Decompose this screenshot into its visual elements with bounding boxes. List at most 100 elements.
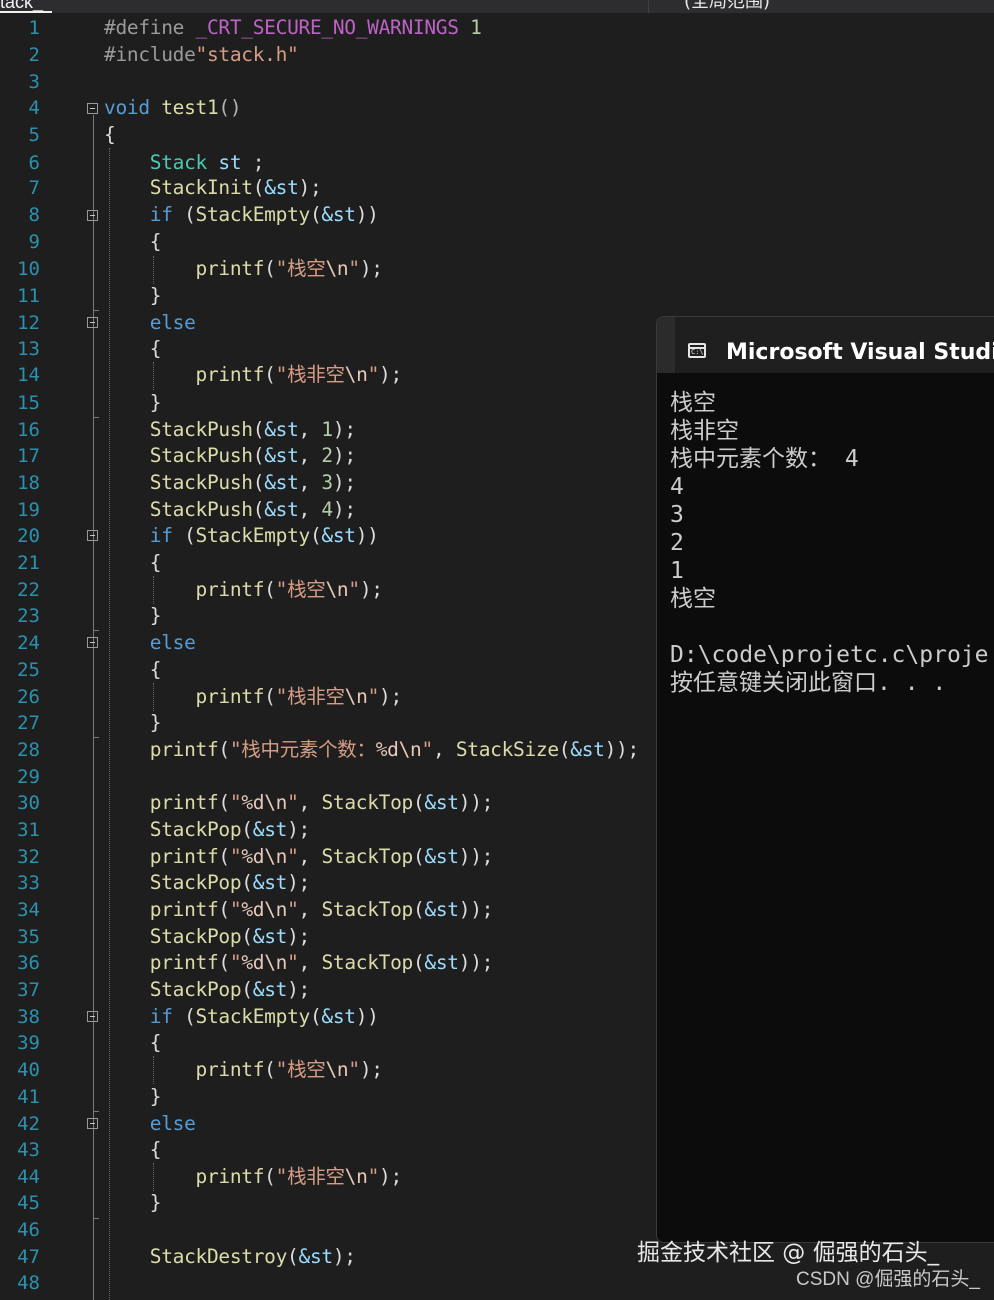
titlebar-accent xyxy=(657,317,675,373)
line-number: 28 xyxy=(17,739,40,761)
scope-dropdown[interactable]: (全局范围) xyxy=(656,0,994,13)
console-app-icon xyxy=(688,343,706,358)
code-line-11: } xyxy=(149,284,162,307)
code-line-18: StackPush(&st, 3); xyxy=(149,471,356,494)
code-line-9: { xyxy=(149,230,162,253)
console-line: 2 xyxy=(670,530,684,556)
fold-line xyxy=(93,649,94,737)
fold-end xyxy=(93,310,99,311)
code-line-36: printf("%d\n", StackTop(&st)); xyxy=(149,951,494,974)
line-number: 20 xyxy=(17,525,40,547)
code-line-27: } xyxy=(149,711,162,734)
collapse-icon[interactable] xyxy=(87,103,98,114)
line-number: 33 xyxy=(17,872,40,894)
editor-tab-bar: tack_ (全局范围) xyxy=(0,0,994,13)
fold-line xyxy=(93,222,94,310)
debug-console-window[interactable]: Microsoft Visual Studio 栈空栈非空栈中元素个数： 443… xyxy=(656,316,994,1243)
code-line-24: else xyxy=(149,631,196,654)
fold-line xyxy=(93,1130,94,1218)
collapse-icon[interactable] xyxy=(87,530,98,541)
line-number: 42 xyxy=(17,1113,40,1135)
code-line-38: if (StackEmpty(&st)) xyxy=(149,1005,379,1028)
line-number: 8 xyxy=(28,204,40,226)
fold-line xyxy=(93,1023,94,1111)
code-line-34: printf("%d\n", StackTop(&st)); xyxy=(149,898,494,921)
line-number: 27 xyxy=(17,712,40,734)
console-line: 按任意键关闭此窗口. . . xyxy=(670,670,947,696)
code-line-31: StackPop(&st); xyxy=(149,818,311,841)
code-line-45: } xyxy=(149,1191,162,1214)
fold-end xyxy=(93,737,99,738)
console-line: 栈中元素个数： 4 xyxy=(670,446,859,472)
code-line-47: StackDestroy(&st); xyxy=(149,1245,356,1268)
line-number: 2 xyxy=(28,44,40,66)
juejin-watermark: 掘金技术社区 @ 倔强的石头_ xyxy=(637,1240,940,1266)
line-number: 19 xyxy=(17,499,40,521)
line-number: 13 xyxy=(17,338,40,360)
line-number: 17 xyxy=(17,445,40,467)
code-line-12: else xyxy=(149,311,196,334)
fold-end xyxy=(93,1111,99,1112)
collapse-icon[interactable] xyxy=(87,317,98,328)
line-number: 14 xyxy=(17,364,40,386)
line-number: 15 xyxy=(17,392,40,414)
line-number: 44 xyxy=(17,1166,40,1188)
code-line-17: StackPush(&st, 2); xyxy=(149,444,356,467)
code-line-15: } xyxy=(149,391,162,414)
line-number: 23 xyxy=(17,605,40,627)
collapse-icon[interactable] xyxy=(87,637,98,648)
collapse-icon[interactable] xyxy=(87,1118,98,1129)
console-line: 1 xyxy=(670,558,684,584)
line-number: 7 xyxy=(28,177,40,199)
code-line-14: printf("栈非空\n"); xyxy=(195,363,403,386)
code-line-44: printf("栈非空\n"); xyxy=(195,1165,403,1188)
code-line-23: } xyxy=(149,604,162,627)
fold-line xyxy=(93,542,94,630)
fold-end xyxy=(93,417,99,418)
console-line: D:\code\projetc.c\proje xyxy=(670,642,989,668)
line-number: 9 xyxy=(28,231,40,253)
code-line-32: printf("%d\n", StackTop(&st)); xyxy=(149,845,494,868)
line-number: 30 xyxy=(17,792,40,814)
line-number: 16 xyxy=(17,419,40,441)
code-line-25: { xyxy=(149,658,162,681)
collapse-icon[interactable] xyxy=(87,210,98,221)
console-line: 栈空 xyxy=(670,390,716,416)
code-line-19: StackPush(&st, 4); xyxy=(149,498,356,521)
code-line-13: { xyxy=(149,337,162,360)
console-line: 4 xyxy=(670,474,684,500)
code-line-43: { xyxy=(149,1138,162,1161)
line-number: 4 xyxy=(28,97,40,119)
code-line-7: StackInit(&st); xyxy=(149,176,322,199)
code-line-35: StackPop(&st); xyxy=(149,925,311,948)
line-number: 21 xyxy=(17,552,40,574)
line-number: 48 xyxy=(17,1272,40,1294)
code-line-40: printf("栈空\n"); xyxy=(195,1058,383,1081)
line-number: 26 xyxy=(17,686,40,708)
line-number: 31 xyxy=(17,819,40,841)
fold-line xyxy=(93,329,94,417)
line-number: 40 xyxy=(17,1059,40,1081)
line-number: 22 xyxy=(17,579,40,601)
code-line-28: printf("栈中元素个数：%d\n", StackSize(&st)); xyxy=(149,738,639,761)
console-line: 3 xyxy=(670,502,684,528)
console-titlebar[interactable]: Microsoft Visual Studio xyxy=(657,317,994,373)
line-number: 29 xyxy=(17,766,40,788)
line-number: 6 xyxy=(28,152,40,174)
console-output: 栈空 栈非空 栈中元素个数： 4 4 3 2 1 栈空 D:\code\projetc.c\pr… xyxy=(670,389,989,697)
line-number: 43 xyxy=(17,1139,40,1161)
console-line: 栈空 xyxy=(670,586,716,612)
scope-dropdown-label: (全局范围) xyxy=(684,0,771,12)
code-line-33: StackPop(&st); xyxy=(149,871,311,894)
code-line-6: Stack st ; xyxy=(149,151,265,174)
line-number: 47 xyxy=(17,1246,40,1268)
file-tab[interactable]: tack_ xyxy=(0,0,649,13)
line-number: 5 xyxy=(28,124,40,146)
code-line-39: { xyxy=(149,1031,162,1054)
code-line-42: else xyxy=(149,1112,196,1135)
code-line-10: printf("栈空\n"); xyxy=(195,257,383,280)
code-line-20: if (StackEmpty(&st)) xyxy=(149,524,379,547)
console-title: Microsoft Visual Studio xyxy=(726,340,994,365)
collapse-icon[interactable] xyxy=(87,1011,98,1022)
